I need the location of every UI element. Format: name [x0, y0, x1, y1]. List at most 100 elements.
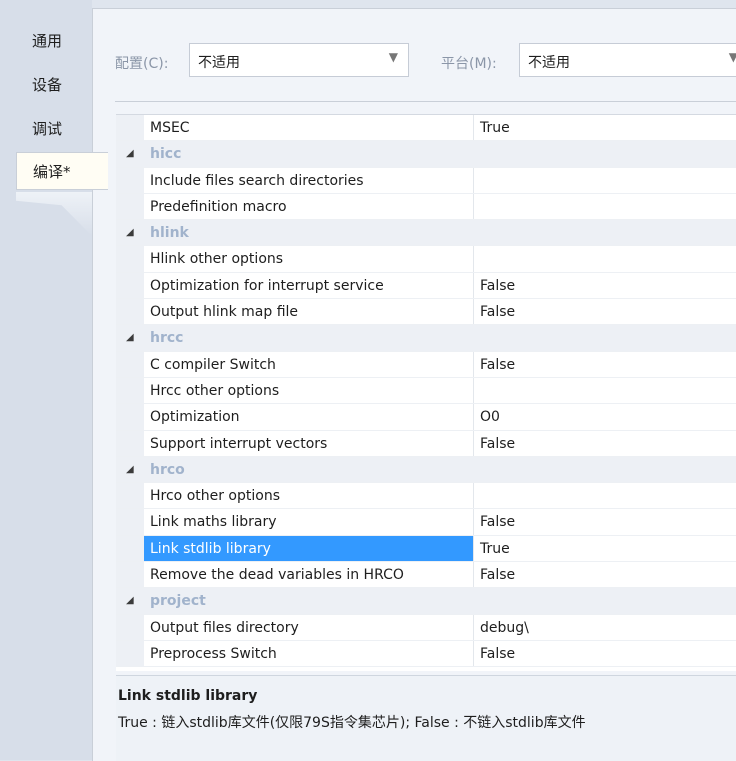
property-name: Hrcc other options — [150, 382, 280, 399]
platform-dropdown[interactable]: 不适用 ▼ — [519, 43, 736, 77]
property-name: Link maths library — [150, 514, 277, 531]
property-name: Remove the dead variables in HRCO — [150, 567, 404, 584]
property-name: Link stdlib library — [144, 535, 473, 562]
tab-label: 设备 — [32, 76, 63, 94]
collapse-triangle-icon[interactable]: ◢ — [126, 457, 134, 483]
property-value[interactable]: O0 — [473, 404, 736, 430]
tab-label: 编译* — [33, 163, 71, 181]
property-row[interactable]: Include files search directories — [116, 167, 736, 194]
property-name: Support interrupt vectors — [150, 435, 328, 452]
toolbar-separator — [115, 101, 736, 102]
category-name: hrco — [150, 461, 185, 478]
tab-decoration — [16, 192, 92, 236]
category-row[interactable]: ◢ hrco — [116, 456, 736, 484]
property-value[interactable] — [473, 193, 736, 220]
row-gutter — [116, 483, 144, 509]
chevron-down-icon: ▼ — [728, 50, 736, 64]
row-gutter — [116, 430, 144, 456]
property-name: Optimization for interrupt service — [150, 277, 384, 294]
collapse-triangle-icon[interactable]: ◢ — [126, 325, 134, 351]
property-row[interactable]: MSEC True — [116, 115, 736, 142]
category-row[interactable]: ◢ hlink — [116, 220, 736, 247]
property-row[interactable]: Link maths library False — [116, 509, 736, 536]
description-pane: Link stdlib library True : 链入stdlib库文件(仅… — [116, 675, 736, 761]
collapse-triangle-icon[interactable]: ◢ — [126, 220, 134, 246]
property-row[interactable]: Optimization for interrupt service False — [116, 272, 736, 300]
property-row[interactable]: Remove the dead variables in HRCO False — [116, 562, 736, 589]
property-value[interactable]: False — [473, 351, 736, 377]
property-name: Hlink other options — [150, 251, 284, 268]
property-name: Preprocess Switch — [150, 645, 277, 662]
property-name: Output hlink map file — [150, 304, 299, 321]
category-row[interactable]: ◢ hrcc — [116, 325, 736, 352]
row-gutter — [116, 404, 144, 430]
tab-device[interactable]: 设备 — [16, 66, 86, 104]
tab-compile[interactable]: 编译* — [16, 152, 108, 190]
description-text: True : 链入stdlib库文件(仅限79S指令集芯片); False : … — [118, 715, 586, 731]
category-name: hicc — [150, 146, 182, 163]
category-name: hrcc — [150, 330, 184, 347]
property-name: Predefinition macro — [150, 198, 287, 215]
description-title: Link stdlib library — [118, 688, 258, 704]
property-value[interactable]: False — [473, 562, 736, 588]
property-value[interactable]: False — [473, 299, 736, 325]
property-value[interactable]: False — [473, 272, 736, 299]
config-toolbar: 配置(C): 不适用 ▼ 平台(M): 不适用 ▼ — [93, 9, 736, 101]
row-gutter — [116, 167, 144, 193]
row-gutter — [116, 562, 144, 588]
property-value[interactable] — [473, 483, 736, 509]
collapse-triangle-icon[interactable]: ◢ — [126, 141, 134, 167]
property-row[interactable]: Optimization O0 — [116, 404, 736, 431]
row-gutter — [116, 377, 144, 404]
row-gutter — [116, 115, 144, 141]
property-row[interactable]: Hrco other options — [116, 483, 736, 510]
row-gutter — [116, 246, 144, 272]
row-gutter — [116, 614, 144, 640]
property-row[interactable]: C compiler Switch False — [116, 351, 736, 378]
row-gutter — [116, 272, 144, 299]
platform-label: 平台(M): — [441, 56, 497, 72]
property-name: Hrco other options — [150, 488, 280, 505]
collapse-triangle-icon[interactable]: ◢ — [126, 588, 134, 614]
tab-general[interactable]: 通用 — [16, 22, 86, 60]
category-row[interactable]: ◢ project — [116, 588, 736, 615]
property-value[interactable]: True — [473, 535, 736, 562]
tab-label: 调试 — [32, 120, 63, 138]
row-gutter — [116, 193, 144, 220]
tab-debug[interactable]: 调试 — [16, 110, 86, 148]
row-gutter — [116, 351, 144, 377]
property-row[interactable]: Output files directory debug\ — [116, 614, 736, 641]
config-dropdown[interactable]: 不适用 ▼ — [189, 43, 409, 77]
property-row[interactable]: Predefinition macro — [116, 193, 736, 221]
property-row[interactable]: Link stdlib library True — [116, 535, 736, 563]
property-value[interactable]: True — [473, 115, 736, 141]
property-name: C compiler Switch — [150, 356, 276, 373]
property-row[interactable]: Preprocess Switch False — [116, 640, 736, 668]
property-value[interactable] — [473, 246, 736, 272]
row-gutter — [116, 299, 144, 325]
row-gutter — [116, 509, 144, 535]
chevron-down-icon: ▼ — [388, 50, 398, 64]
property-value[interactable]: False — [473, 430, 736, 456]
platform-dropdown-value: 不适用 — [528, 55, 570, 71]
property-name: MSEC — [150, 120, 190, 136]
category-name: project — [150, 593, 206, 610]
property-row[interactable]: Hlink other options — [116, 246, 736, 273]
property-value[interactable]: debug\ — [473, 614, 736, 640]
category-row[interactable]: ◢ hicc — [116, 141, 736, 168]
row-gutter — [116, 640, 144, 667]
property-value[interactable]: False — [473, 509, 736, 535]
property-name: Include files search directories — [150, 172, 364, 189]
property-row[interactable]: Output hlink map file False — [116, 299, 736, 326]
property-value[interactable]: False — [473, 640, 736, 667]
config-label: 配置(C): — [115, 56, 169, 72]
tab-strip: 通用 设备 调试 编译* — [0, 0, 108, 760]
row-gutter — [116, 535, 144, 562]
property-name: Output files directory — [150, 619, 299, 636]
property-row[interactable]: Hrcc other options — [116, 377, 736, 405]
property-row[interactable]: Support interrupt vectors False — [116, 430, 736, 457]
property-grid: MSEC True ◢ hicc Include files search direct… — [116, 114, 736, 671]
property-value[interactable] — [473, 167, 736, 193]
tab-label: 通用 — [32, 32, 63, 50]
property-value[interactable] — [473, 377, 736, 404]
